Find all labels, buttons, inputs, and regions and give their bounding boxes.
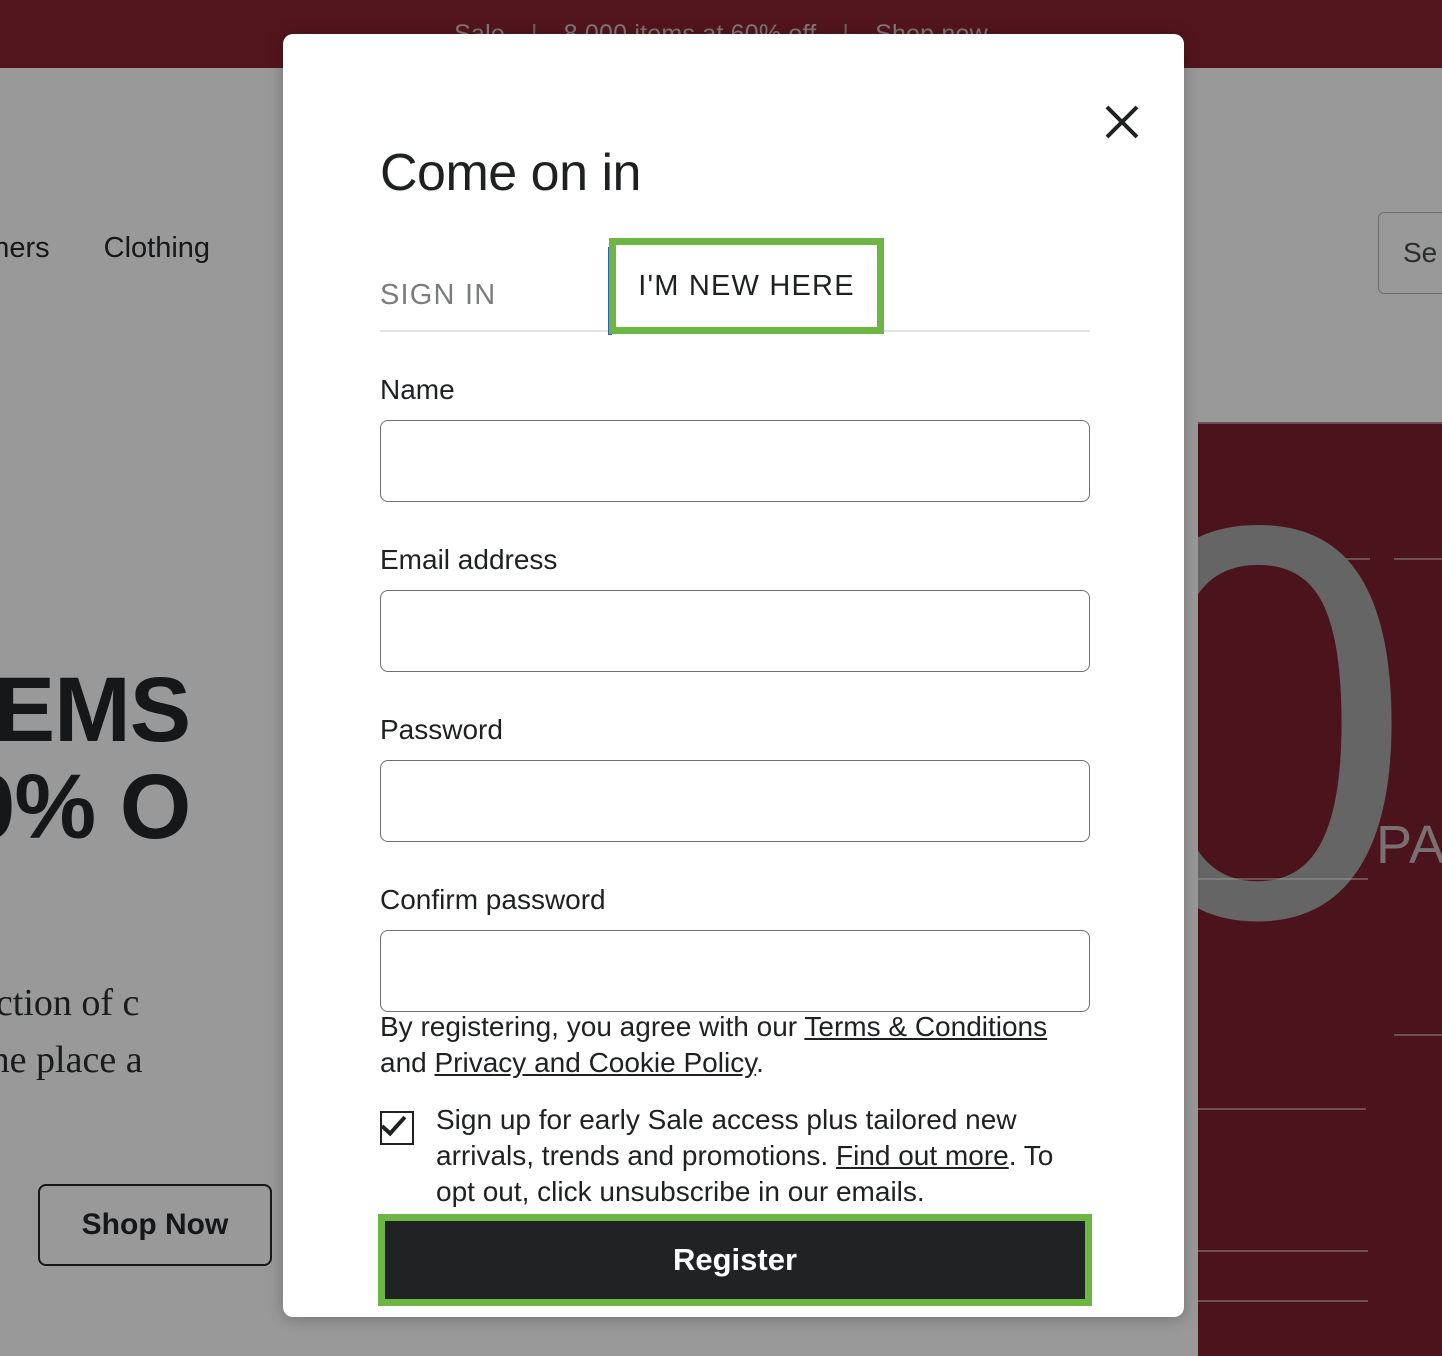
password-label: Password xyxy=(380,714,503,745)
panel-rule-7 xyxy=(1198,1250,1368,1252)
panel-rule-5 xyxy=(1198,1108,1366,1110)
panel-rule-8 xyxy=(1198,1300,1368,1302)
panel-word: PA xyxy=(1376,815,1442,875)
register-button[interactable]: Register xyxy=(385,1221,1085,1299)
find-out-more-link[interactable]: Find out more xyxy=(836,1140,1009,1171)
name-label: Name xyxy=(380,374,455,405)
page-title: Come on in xyxy=(380,144,641,202)
hero-side-panel: 0 PA xyxy=(1198,422,1442,1356)
hero-body-line1: st selection of c xyxy=(0,982,140,1024)
close-icon[interactable] xyxy=(1096,96,1148,148)
tab-im-new-here-highlight: I'M NEW HERE xyxy=(609,238,884,334)
nav-item-clothing[interactable]: Clothing xyxy=(104,232,210,265)
panel-rule-6 xyxy=(1394,1034,1442,1036)
shop-now-button[interactable]: Shop Now xyxy=(38,1184,272,1266)
tab-sign-in[interactable]: SIGN IN xyxy=(380,279,496,330)
email-input[interactable] xyxy=(380,590,1090,672)
marketing-optin-label: Sign up for early Sale access plus tailo… xyxy=(436,1102,1070,1209)
confirm-password-input[interactable] xyxy=(380,930,1090,1012)
panel-rule-3 xyxy=(1394,558,1442,560)
panel-digit: 0 xyxy=(1198,422,1413,1035)
privacy-policy-link[interactable]: Privacy and Cookie Policy xyxy=(435,1047,757,1078)
password-input[interactable] xyxy=(380,760,1090,842)
legal-middle: and xyxy=(380,1046,435,1078)
legal-text: By registering, you agree with our Terms… xyxy=(380,1009,1080,1081)
name-input[interactable] xyxy=(380,420,1090,502)
checkmark-icon xyxy=(380,1109,407,1137)
marketing-optin-checkbox[interactable] xyxy=(380,1109,414,1145)
register-button-highlight: Register xyxy=(378,1214,1092,1306)
hero-body-line2: ll in one place a xyxy=(0,1039,143,1081)
signup-modal: Come on in SIGN IN I'M NEW HERE Name Ema… xyxy=(283,34,1184,1317)
page-root: Sale | 8,000 items at 60% off | Shop now… xyxy=(0,0,1442,1356)
legal-suffix: . xyxy=(756,1046,764,1078)
tab-im-new-here[interactable]: I'M NEW HERE xyxy=(638,270,855,303)
search-input[interactable]: Se xyxy=(1378,212,1442,294)
hero-body: st selection of c ll in one place a xyxy=(0,975,143,1089)
panel-rule-4 xyxy=(1198,878,1368,880)
terms-and-conditions-link[interactable]: Terms & Conditions xyxy=(804,1011,1047,1042)
confirm-password-label: Confirm password xyxy=(380,884,606,915)
nav-item-designers[interactable]: esigners xyxy=(0,232,50,265)
registration-form: Name Email address Password Confirm pass… xyxy=(380,374,1090,1012)
legal-prefix: By registering, you agree with our xyxy=(380,1011,805,1042)
marketing-optin-row: Sign up for early Sale access plus tailo… xyxy=(380,1102,1070,1209)
auth-tabs: SIGN IN I'M NEW HERE xyxy=(380,238,1090,335)
hero-title-line1: ITEMS xyxy=(0,659,191,761)
hero-title: ITEMS 60% O xyxy=(0,659,191,858)
email-label: Email address xyxy=(380,544,558,575)
hero-title-line2: 60% O xyxy=(0,755,191,858)
